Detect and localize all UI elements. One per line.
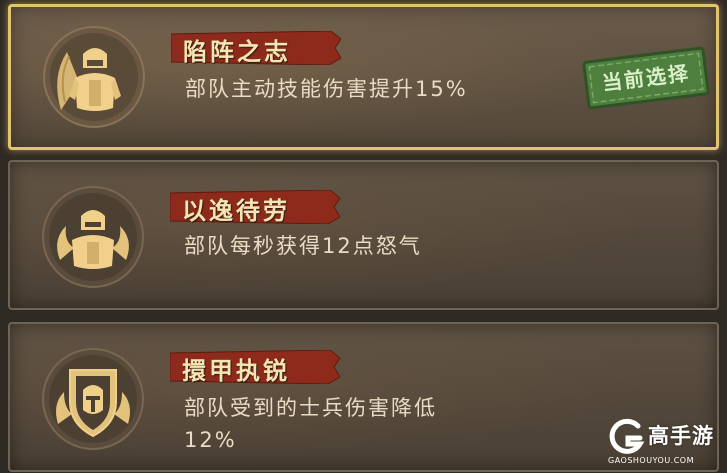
skill-title-text: 以逸待劳 [182, 197, 290, 225]
skill-card-1[interactable]: 陷阵之志 部队主动技能伤害提升15% 当前选择 [8, 4, 719, 150]
current-selection-badge: 当前选择 [580, 45, 711, 112]
watermark-name: 高手游 [648, 424, 714, 448]
skill-description: 部队主动技能伤害提升15% [185, 77, 468, 101]
skill-title-text: 擐甲执锐 [182, 357, 290, 385]
watermark-url: GAOSHOUYOU.COM [608, 456, 695, 465]
skill-title-1: 陷阵之志 [171, 29, 341, 67]
skill-title-2: 以逸待劳 [170, 188, 340, 226]
skill-description: 部队每秒获得12点怒气 [184, 234, 422, 258]
gaoshouyou-logo-icon [609, 418, 645, 454]
soldier-banner-icon [39, 22, 149, 132]
skill-card-2[interactable]: 以逸待劳 部队每秒获得12点怒气 [8, 160, 719, 310]
shield-helmet-icon [38, 344, 148, 454]
skill-description-line-2: 12% [184, 428, 237, 452]
skill-title-text: 陷阵之志 [183, 38, 291, 66]
badge-label: 当前选择 [600, 60, 692, 96]
watermark: 高手游 GAOSHOUYOU.COM [606, 418, 724, 470]
skill-title-3: 擐甲执锐 [170, 348, 340, 386]
skill-description-line-1: 部队受到的士兵伤害降低 [184, 396, 437, 420]
soldier-flame-icon [38, 182, 148, 292]
